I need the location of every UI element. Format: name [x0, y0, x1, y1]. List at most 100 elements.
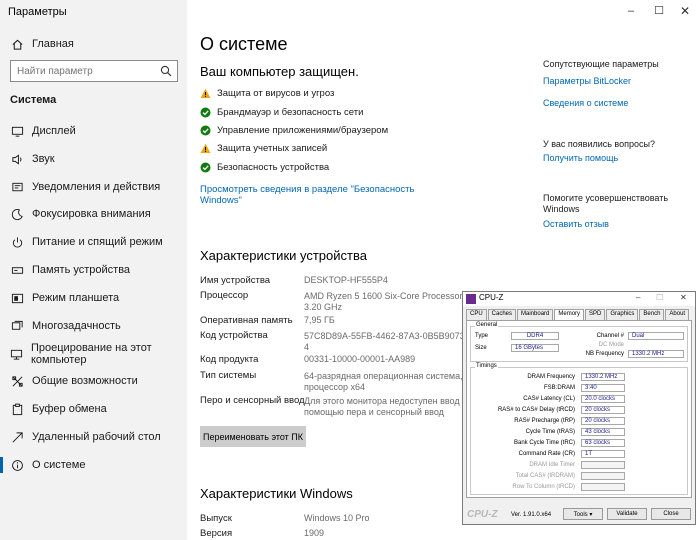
nb-frequency-value: 1330.2 MHz — [628, 350, 684, 358]
improve-windows-text: Помогите усовершенствовать Windows — [543, 193, 669, 214]
size-value: 16 GBytes — [511, 344, 559, 352]
protection-item[interactable]: Управление приложениями/браузером — [200, 122, 388, 138]
shared-experiences-icon — [10, 374, 24, 388]
cpuz-logo: CPU-Z — [467, 509, 498, 520]
sidebar-item-focus-assist[interactable]: Фокусировка внимания — [0, 203, 187, 225]
timing-label: DRAM Frequency — [527, 374, 575, 380]
spec-label: Выпуск — [200, 513, 232, 524]
timing-value: 43 clocks — [581, 428, 625, 436]
protection-item[interactable]: Защита от вирусов и угроз — [200, 85, 334, 101]
tab-mainboard[interactable]: Mainboard — [517, 309, 554, 320]
sidebar-item-label: Память устройства — [32, 264, 131, 276]
sidebar-item-storage[interactable]: Память устройства — [0, 259, 187, 281]
search-box[interactable] — [10, 60, 178, 82]
security-details-link[interactable]: Просмотреть сведения в разделе "Безопасн… — [200, 184, 414, 206]
timing-value: 3:40 — [581, 384, 625, 392]
sidebar-item-about[interactable]: О системе — [0, 454, 187, 476]
nb-frequency-label: NB Frequency — [585, 351, 624, 357]
get-help-link[interactable]: Получить помощь — [543, 153, 618, 164]
timing-value: 1T — [581, 450, 625, 458]
spec-label: Оперативная память — [200, 315, 293, 326]
sidebar-item-clipboard[interactable]: Буфер обмена — [0, 398, 187, 420]
about-icon — [10, 458, 24, 472]
spec-label: Перо и сенсорный ввод — [200, 395, 305, 406]
cpuz-version: Ver. 1.91.0.x64 — [511, 512, 552, 518]
rename-pc-button[interactable]: Переименовать этот ПК — [200, 426, 306, 447]
tab-bench[interactable]: Bench — [639, 309, 665, 320]
sidebar-item-power[interactable]: Питание и спящий режим — [0, 231, 187, 253]
tab-graphics[interactable]: Graphics — [606, 309, 639, 320]
protection-item-label: Защита учетных записей — [217, 142, 328, 154]
timing-value: 63 clocks — [581, 439, 625, 447]
timing-value: 20.0 clocks — [581, 395, 625, 403]
memory-panel: General Type DDR4 Size 16 GBytes Channel… — [466, 320, 692, 498]
sidebar-home[interactable]: Главная — [0, 33, 187, 55]
tab-about[interactable]: About — [665, 309, 690, 320]
cpuz-title-bar: CPU-Z – ☐ ✕ — [463, 292, 695, 306]
timing-value: 20 clocks — [581, 406, 625, 414]
power-icon — [10, 235, 24, 249]
timing-value — [581, 461, 625, 469]
system-info-link[interactable]: Сведения о системе — [543, 98, 628, 109]
cpuz-app-icon — [466, 294, 476, 304]
channel-label: Channel # — [596, 333, 624, 339]
sidebar-item-label: Общие возможности — [32, 375, 138, 387]
timings-group-label: Timings — [475, 363, 498, 369]
protection-item[interactable]: Брандмауэр и безопасность сети — [200, 104, 363, 120]
sidebar-item-label: Буфер обмена — [32, 403, 107, 415]
device-id-value: 57C8D89A-55FB-4462-87A3-0B5B9073E9B 4 — [304, 331, 482, 352]
timing-label: Row To Column (tRCD) — [512, 484, 575, 490]
feedback-link[interactable]: Оставить отзыв — [543, 219, 609, 230]
tab-spd[interactable]: SPD — [585, 309, 606, 320]
sidebar-item-display[interactable]: Дисплей — [0, 120, 187, 142]
sidebar-item-sound[interactable]: Звук — [0, 148, 187, 170]
sidebar-item-label: Многозадачность — [32, 320, 121, 332]
sidebar-item-shared-experiences[interactable]: Общие возможности — [0, 370, 187, 392]
general-group-label: General — [475, 322, 499, 328]
sidebar-item-projecting[interactable]: Проецирование на этот компьютер — [0, 342, 187, 366]
protection-item[interactable]: Безопасность устройства — [200, 159, 329, 175]
timing-label: Bank Cycle Time (tRC) — [513, 440, 575, 446]
timing-value: 1330.2 MHz — [581, 373, 625, 381]
cpuz-maximize-button[interactable]: ☐ — [656, 293, 663, 302]
sidebar-home-label: Главная — [32, 38, 74, 50]
validate-button[interactable]: Validate — [607, 508, 647, 520]
bitlocker-link[interactable]: Параметры BitLocker — [543, 76, 631, 87]
timing-label: Total CAS# (tRDRAM) — [515, 473, 575, 479]
sidebar-item-label: Звук — [32, 153, 55, 165]
size-label: Size — [475, 345, 487, 351]
sidebar-section-title: Система — [10, 94, 57, 106]
tab-cpu[interactable]: CPU — [466, 309, 487, 320]
sidebar-item-multitasking[interactable]: Многозадачность — [0, 315, 187, 337]
windows-specs-heading: Характеристики Windows — [200, 486, 353, 501]
search-icon[interactable] — [160, 65, 172, 77]
tools-button[interactable]: Tools ▾ — [563, 508, 603, 520]
timing-value: 20 clocks — [581, 417, 625, 425]
sidebar-item-tablet-mode[interactable]: Режим планшета — [0, 287, 187, 309]
tab-caches[interactable]: Caches — [487, 309, 517, 320]
warning-icon — [200, 88, 211, 99]
protection-item-label: Управление приложениями/браузером — [217, 124, 389, 136]
sidebar-item-remote-desktop[interactable]: Удаленный рабочий стол — [0, 426, 187, 448]
clipboard-icon — [10, 402, 24, 416]
sidebar-item-label: О системе — [32, 459, 86, 471]
close-button[interactable]: ✕ — [670, 0, 700, 22]
sidebar-item-notifications[interactable]: Уведомления и действия — [0, 176, 187, 198]
sidebar-item-label: Проецирование на этот компьютер — [31, 342, 152, 366]
edition-value: Windows 10 Pro — [304, 513, 370, 523]
minimize-button[interactable]: – — [616, 0, 646, 22]
spec-label: Процессор — [200, 290, 249, 301]
search-input[interactable] — [11, 61, 151, 81]
protection-item[interactable]: Защита учетных записей — [200, 140, 327, 156]
sound-icon — [10, 152, 24, 166]
related-settings-heading: Сопутствующие параметры — [543, 59, 659, 69]
check-ok-icon — [200, 107, 211, 118]
cpuz-close-button[interactable]: ✕ — [680, 293, 687, 302]
dc-mode-label: DC Mode — [598, 342, 624, 348]
cpuz-minimize-button[interactable]: – — [636, 293, 640, 302]
sidebar-item-label: Режим планшета — [32, 292, 120, 304]
close-cpuz-button[interactable]: Close — [651, 508, 691, 520]
spec-label: Тип системы — [200, 370, 257, 381]
cpuz-title: CPU-Z — [479, 293, 504, 302]
timing-label: FSB:DRAM — [543, 385, 575, 391]
